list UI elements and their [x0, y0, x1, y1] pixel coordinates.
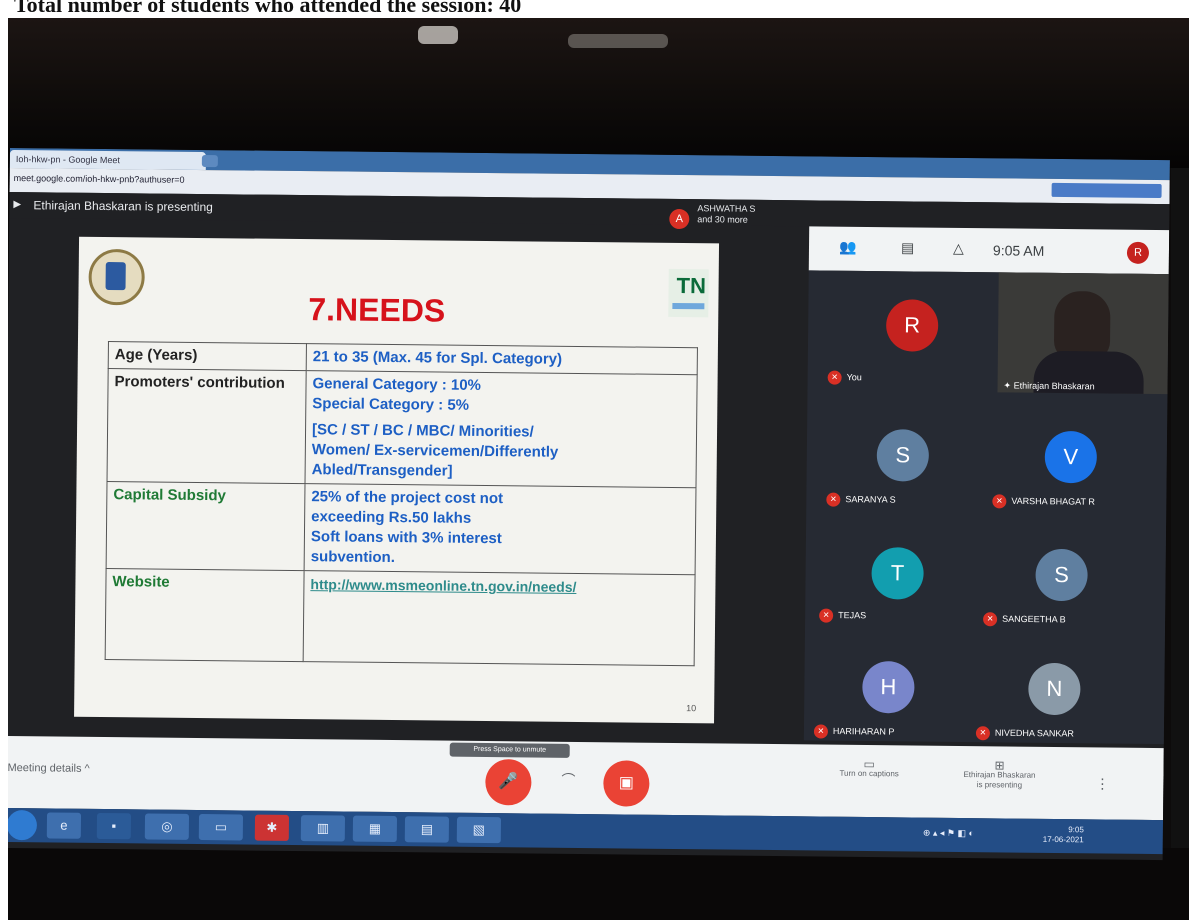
meeting-details-button[interactable]: Meeting details ^ [8, 762, 90, 775]
mic-off-icon: ✕ [819, 608, 834, 623]
screen: Ioh-hkw-pn - Google Meet meet.google.com… [8, 148, 1170, 861]
edii-logo-letters: TN [676, 272, 707, 299]
captions-button[interactable]: ▭ Turn on captions [839, 756, 899, 780]
start-button[interactable] [8, 810, 38, 841]
meet-controls-bar: Meeting details ^ Press Space to unmute … [8, 735, 1164, 821]
mic-off-icon: ✕ [992, 494, 1007, 509]
row-value: 25% of the project cost not exceeding Rs… [304, 483, 696, 575]
chat-icon[interactable]: ▤ [901, 239, 914, 256]
edii-logo: TN [668, 268, 709, 318]
ie-icon[interactable]: e [46, 812, 82, 839]
website-link[interactable]: http://www.msmeonline.tn.gov.in/needs/ [310, 574, 688, 598]
url-text: meet.google.com/ioh-hkw-pnb?authuser=0 [13, 173, 185, 185]
table-row: Website http://www.msmeonline.tn.gov.in/… [105, 568, 696, 666]
activities-icon[interactable]: △ [953, 240, 964, 257]
camera-off-icon: ▣ [618, 774, 635, 792]
mic-off-icon: ✕ [827, 370, 842, 385]
monitor-photo: Ioh-hkw-pn - Google Meet meet.google.com… [8, 18, 1189, 920]
participant-name: ✕ SANGEETHA B [983, 612, 1066, 627]
participant-avatar[interactable]: T [871, 547, 924, 600]
self-avatar[interactable]: R [1126, 241, 1150, 264]
attendee-name: ASHWATHA S [697, 203, 756, 214]
presenting-button[interactable]: ⊞ Ethirajan Bhaskaran is presenting [963, 758, 1035, 791]
app-icon[interactable]: ▧ [456, 816, 502, 844]
table-row: Capital Subsidy 25% of the project cost … [106, 481, 696, 575]
new-tab-button[interactable] [201, 155, 218, 168]
system-tray[interactable]: ⊕ ▴ ◂ ⚑ ◧ ◐ [923, 828, 974, 840]
people-icon[interactable]: 👥 [839, 239, 857, 256]
presenter-name: ✦ Ethirajan Bhaskaran [1003, 380, 1095, 392]
attendee-text: ASHWATHA S and 30 more [697, 203, 755, 226]
participant-avatar[interactable]: N [1028, 662, 1081, 716]
participant-avatar[interactable]: H [862, 660, 915, 714]
attendee-chip[interactable]: A ASHWATHA S and 30 more [669, 203, 789, 238]
app-icon[interactable]: ▪ [96, 812, 132, 840]
participant-name: ✕ HARIHARAN P [813, 724, 895, 739]
browser-tab[interactable]: Ioh-hkw-pn - Google Meet [9, 149, 206, 171]
needs-table: Age (Years) 21 to 35 (Max. 45 for Spl. C… [105, 341, 698, 666]
pin-icon: ✦ [1003, 380, 1014, 391]
presenter-video[interactable] [997, 272, 1169, 395]
powerpoint-icon[interactable]: ▦ [352, 815, 398, 843]
mic-off-icon: ✕ [975, 726, 990, 741]
slide-title: 7.NEEDS [308, 291, 446, 329]
mic-off-icon: ✕ [813, 724, 829, 739]
tn-government-emblem [88, 248, 145, 306]
taskbar-clock[interactable]: 9:05 17-06-2021 [1043, 825, 1084, 845]
presenting-label: Ethirajan Bhaskaran is presenting [33, 198, 213, 215]
folder-icon[interactable]: ▭ [198, 814, 244, 841]
row-key: Promoters' contribution [107, 368, 307, 484]
participant-avatar[interactable]: S [1035, 548, 1088, 602]
chevron-up-icon: ^ [84, 762, 90, 775]
monitor-bezel [8, 848, 1189, 920]
participant-name: ✕ VARSHA BHAGAT R [992, 494, 1095, 509]
meeting-clock: 9:05 AM [992, 242, 1045, 259]
captions-icon: ▭ [863, 756, 875, 772]
more-options-icon[interactable]: ⋮ [1095, 775, 1109, 792]
ceiling-light [568, 34, 668, 48]
participant-name: ✕ SARANYA S [826, 492, 896, 508]
slide-page-number: 10 [686, 703, 697, 714]
row-value: http://www.msmeonline.tn.gov.in/needs/ [303, 570, 696, 666]
unmute-hint: Press Space to unmute [449, 742, 570, 758]
table-row: Promoters' contribution General Category… [107, 368, 698, 488]
row-value: General Category : 10% Special Category … [305, 370, 698, 488]
participant-name: ✕ You [827, 370, 862, 385]
chevron-icon: ⌒ [561, 771, 576, 788]
ceiling-light [418, 26, 458, 44]
attendee-avatar: A [669, 208, 690, 230]
row-key: Website [105, 568, 305, 662]
caption-text: Total number of students who attended th… [14, 0, 522, 17]
word-icon[interactable]: ▥ [300, 815, 346, 842]
acrobat-icon[interactable]: ✱ [254, 814, 290, 841]
mic-off-icon: ✕ [983, 612, 998, 627]
monitor-edge [1171, 168, 1189, 848]
participant-avatar[interactable]: V [1044, 430, 1098, 484]
mic-off-icon: 🎤 [498, 773, 519, 791]
window-controls[interactable] [1051, 182, 1162, 199]
participant-avatar[interactable]: R [885, 299, 939, 352]
row-value: 21 to 35 (Max. 45 for Spl. Category) [306, 343, 698, 375]
present-icon: ▶ [13, 199, 22, 211]
row-key: Capital Subsidy [106, 481, 306, 571]
presented-slide: TN 7.NEEDS Age (Years) 21 to 35 (Max. 45… [74, 236, 720, 724]
camera-toggle-button[interactable]: ▣ [603, 760, 650, 807]
meet-status-bar: 👥 ▤ △ 9:05 AM R [808, 226, 1170, 275]
mic-off-icon: ✕ [826, 492, 841, 507]
participant-name: ✕ NIVEDHA SANKAR [975, 726, 1074, 741]
chrome-icon[interactable]: ◎ [144, 813, 190, 840]
participant-avatar[interactable]: S [876, 429, 930, 482]
participant-name: ✕ TEJAS [819, 608, 866, 623]
excel-icon[interactable]: ▤ [404, 816, 450, 843]
attendee-more: and 30 more [697, 214, 748, 225]
mic-toggle-button[interactable]: 🎤 [485, 759, 532, 806]
row-key: Age (Years) [108, 341, 307, 371]
